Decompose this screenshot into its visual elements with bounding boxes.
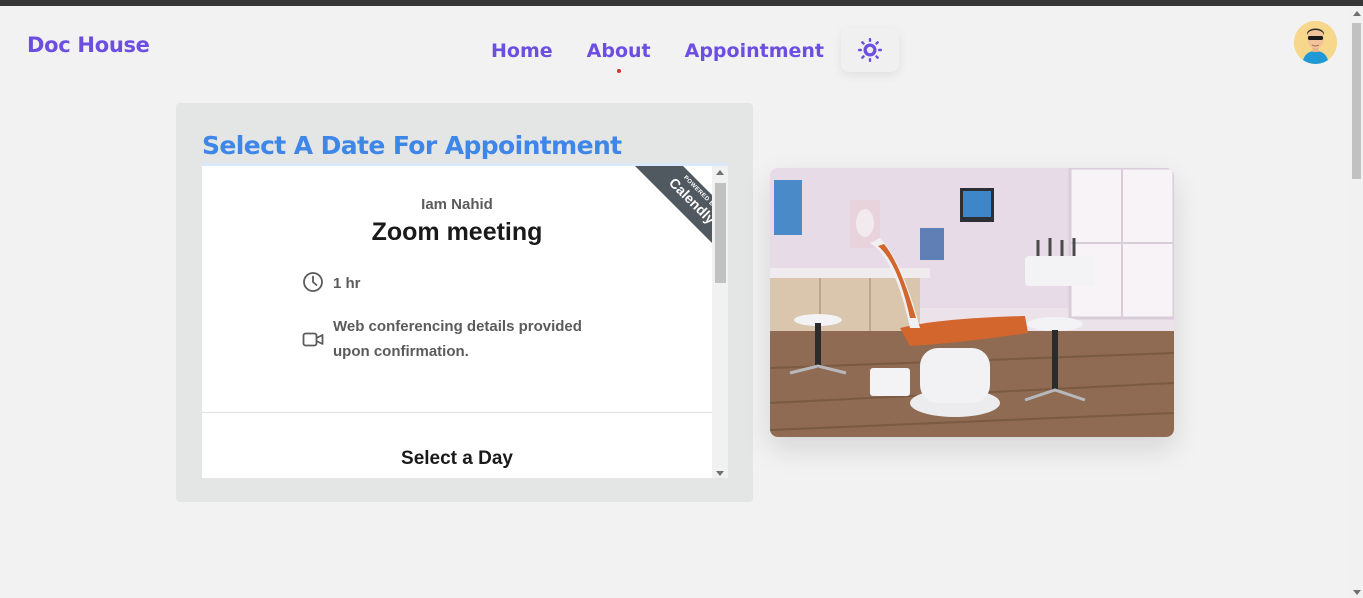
powered-by-calendly-ribbon[interactable]: POWERED BY Calendly [613, 166, 713, 263]
location-line-2: upon confirmation. [333, 343, 469, 360]
ribbon-calendly: Calendly [665, 174, 713, 227]
select-day-heading: Select a Day [401, 448, 513, 469]
clock-icon [303, 272, 323, 292]
appointment-card: Select A Date For Appointment Iam Nahid … [176, 103, 753, 502]
location-line-1: Web conferencing details provided [333, 318, 582, 335]
nav-about[interactable]: About [587, 40, 651, 62]
sun-icon [857, 38, 882, 62]
calendly-embed[interactable]: Iam Nahid Zoom meeting 1 hr Web conferen… [202, 163, 728, 478]
page-scrollbar[interactable] [1350, 6, 1363, 598]
dental-clinic-photo [770, 168, 1174, 437]
video-camera-icon [302, 332, 324, 347]
duration-row: 1 hr [302, 271, 361, 296]
user-avatar[interactable] [1294, 21, 1337, 64]
embed-scroll-thumb[interactable] [715, 183, 726, 283]
appointment-title: Select A Date For Appointment [202, 131, 622, 160]
location-row: Web conferencing details provided upon c… [302, 314, 582, 364]
page-scroll-down-icon[interactable] [1353, 590, 1361, 595]
page-scroll-up-icon[interactable] [1353, 11, 1361, 16]
scroll-up-arrow-icon[interactable] [716, 170, 724, 175]
ribbon-band: POWERED BY Calendly [627, 166, 713, 263]
theme-toggle-button[interactable] [840, 28, 899, 72]
nav-appointment[interactable]: Appointment [685, 40, 824, 62]
clinic-illustration [770, 168, 1174, 437]
browser-top-bar [0, 0, 1363, 6]
scroll-down-arrow-icon[interactable] [716, 471, 724, 476]
location-text: Web conferencing details provided upon c… [333, 314, 582, 364]
duration-text: 1 hr [333, 275, 361, 292]
nav-home[interactable]: Home [491, 40, 553, 62]
embed-scrollbar[interactable] [712, 166, 728, 478]
main-nav: Home About Appointment [491, 28, 899, 72]
divider [202, 412, 712, 413]
brand-logo[interactable]: Doc House [27, 33, 150, 57]
page-scroll-thumb[interactable] [1352, 23, 1361, 179]
